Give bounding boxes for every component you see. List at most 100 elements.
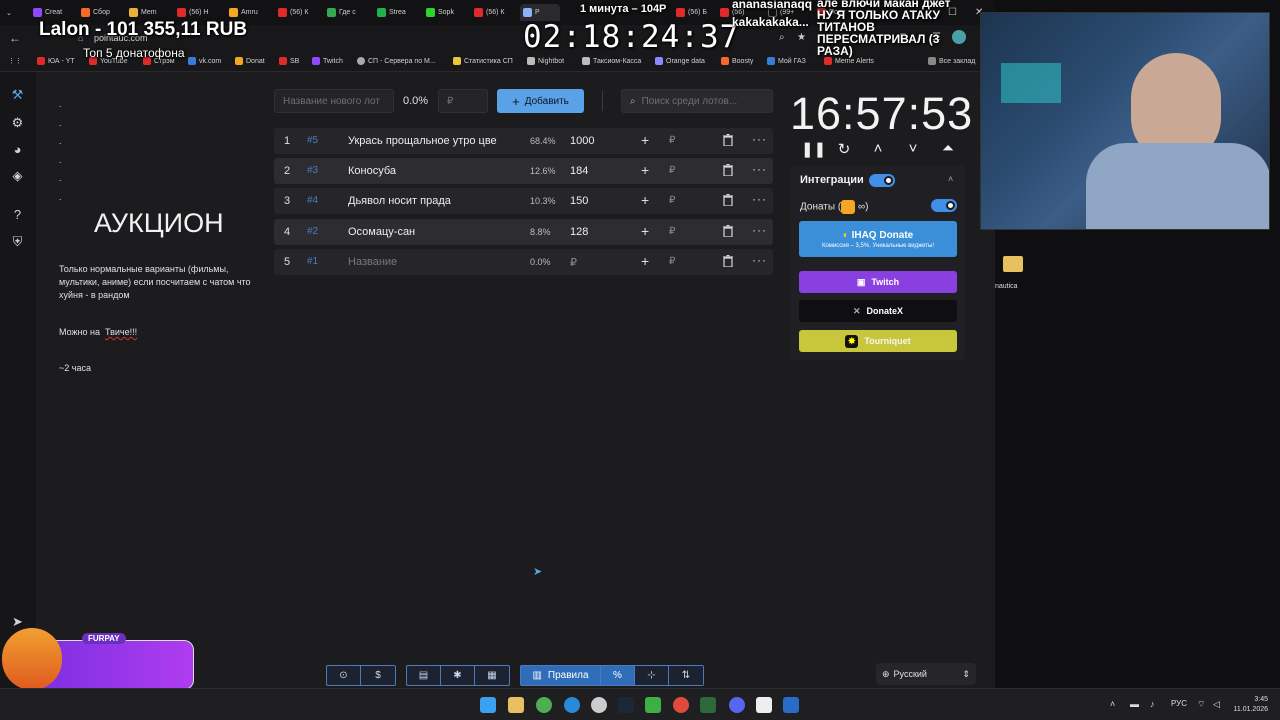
new-lot-amount-input[interactable]: ₽ <box>438 89 488 113</box>
lot-row[interactable]: 2 #3 Коносуба 12.6% 184 + ₽ ··· <box>274 158 773 184</box>
lot-amount[interactable]: 1000 <box>570 135 594 147</box>
twitch-button[interactable]: ▣ Twitch <box>799 271 957 293</box>
tray-app-icon[interactable]: ▬ <box>1130 699 1139 709</box>
add-amount-button[interactable]: + <box>641 132 649 148</box>
percent-icon[interactable]: % <box>601 666 635 685</box>
bookmark-item[interactable]: ЮА - YT <box>37 57 75 65</box>
lot-amount[interactable]: 184 <box>570 165 588 177</box>
more-options-button[interactable]: ··· <box>752 162 767 176</box>
currency-input[interactable]: ₽ <box>669 256 675 267</box>
new-lot-name-input[interactable]: Название нового лот <box>274 89 394 113</box>
tab-list-button[interactable]: ⌄ <box>6 4 20 21</box>
bookmark-item[interactable]: Статистика СП <box>453 57 513 65</box>
lot-amount[interactable]: ₽ <box>570 256 577 269</box>
lot-search-input[interactable]: ⌕ Поиск среди лотов... <box>621 89 773 113</box>
currency-input[interactable]: ₽ <box>669 135 675 146</box>
more-options-button[interactable]: ··· <box>752 192 767 206</box>
bookmark-item[interactable]: Twitch <box>312 57 343 65</box>
dollar-icon[interactable]: $ <box>361 666 395 685</box>
currency-input[interactable]: ₽ <box>669 165 675 176</box>
sort-icon[interactable]: ⇅ <box>669 666 703 685</box>
donatex-button[interactable]: ✕ DonateX <box>799 300 957 322</box>
integrations-toggle[interactable] <box>869 174 895 187</box>
clock-date[interactable]: 11.01.2026 <box>1230 706 1268 713</box>
lot-name[interactable]: Коносуба <box>348 165 523 177</box>
add-amount-button[interactable]: + <box>641 253 649 269</box>
microphone-icon[interactable]: ♪ <box>1150 699 1155 709</box>
folder-icon[interactable] <box>1003 256 1023 272</box>
donations-toggle[interactable] <box>931 199 957 212</box>
twitch-link[interactable]: Твиче!!! <box>105 327 137 337</box>
bookmark-item[interactable]: Мой ГАЗ <box>767 57 806 65</box>
search-icon[interactable]: ⌕ <box>779 32 785 43</box>
restart-icon[interactable]: ↻ <box>836 140 852 158</box>
more-options-button[interactable]: ··· <box>752 132 767 146</box>
app-icon[interactable] <box>756 697 772 713</box>
archive-icon[interactable]: ▤ <box>407 666 441 685</box>
chrome-icon[interactable] <box>536 697 552 713</box>
help-icon[interactable]: ? <box>10 207 25 222</box>
bug-icon[interactable]: ✱ <box>441 666 475 685</box>
telegram-icon[interactable]: ➤ <box>10 614 25 629</box>
lot-name[interactable]: Название <box>348 256 523 268</box>
bookmark-item[interactable]: Donat <box>235 57 265 65</box>
lot-row[interactable]: 3 #4 Дьявол носит прада 10.3% 150 + ₽ ··· <box>274 188 773 214</box>
tab-6[interactable]: (56) К <box>278 4 318 21</box>
bookmark-item[interactable]: Meme Alerts <box>824 57 874 65</box>
telegram-icon[interactable] <box>564 697 580 713</box>
xbox-icon[interactable] <box>645 697 661 713</box>
currency-input[interactable]: ₽ <box>669 226 675 237</box>
lot-name[interactable]: Дьявол носит прада <box>348 195 523 207</box>
chevron-down-icon[interactable]: ˅ <box>905 140 921 157</box>
file-explorer-icon[interactable] <box>508 697 524 713</box>
input-language[interactable]: РУС <box>1171 699 1187 708</box>
lot-row[interactable]: 5 #1 Название 0.0% ₽ + ₽ ··· <box>274 249 773 275</box>
clear-icon[interactable]: ▦ <box>475 666 509 685</box>
more-options-button[interactable]: ··· <box>752 253 767 267</box>
bookmark-item[interactable]: Таксиом-Касса <box>582 57 641 65</box>
back-icon[interactable]: ← <box>9 31 21 45</box>
volume-icon[interactable]: ◁ <box>1213 699 1220 710</box>
lot-amount[interactable]: 150 <box>570 195 588 207</box>
layers-icon[interactable]: ◈ <box>10 168 25 183</box>
github-icon[interactable]: ⊙ <box>327 666 361 685</box>
lot-name[interactable]: Укрась прощальное утро цве <box>348 135 523 147</box>
trash-icon[interactable] <box>723 255 733 268</box>
language-select[interactable]: ⊕ Русский ⇕ <box>876 663 976 685</box>
hammer-icon[interactable]: ⚒ <box>10 87 25 102</box>
add-amount-button[interactable]: + <box>641 223 649 239</box>
shield-icon[interactable]: ⛨ <box>10 234 25 249</box>
bookmark-item[interactable]: СП - Сервера по М... <box>357 57 436 65</box>
currency-input[interactable]: ₽ <box>669 195 675 206</box>
bookmark-item[interactable]: vk.com <box>188 57 221 65</box>
chevron-up-icon[interactable]: ˄ <box>870 140 886 157</box>
bookmark-item[interactable]: Все заклад <box>928 57 975 65</box>
lot-amount[interactable]: 128 <box>570 226 588 238</box>
double-chevron-up-icon[interactable]: ⏶ <box>940 140 956 157</box>
tab-8[interactable]: Strea <box>377 4 417 21</box>
apps-icon[interactable]: ⋮⋮ <box>8 57 22 65</box>
chrome-profile-icon[interactable] <box>673 697 689 713</box>
pause-icon[interactable]: ❚❚ <box>801 140 826 158</box>
lot-name[interactable]: Осомацу-сан <box>348 226 523 238</box>
trash-icon[interactable] <box>723 194 733 207</box>
trash-icon[interactable] <box>723 225 733 238</box>
tab-10[interactable]: (56) К <box>474 4 514 21</box>
lot-row[interactable]: 4 #2 Осомацу-сан 8.8% 128 + ₽ ··· <box>274 219 773 245</box>
trash-icon[interactable] <box>723 164 733 177</box>
bookmark-item[interactable]: SB <box>279 57 299 65</box>
bookmark-item[interactable]: Boosty <box>721 57 753 65</box>
tab-7[interactable]: Где с <box>327 4 367 21</box>
bookmark-star-icon[interactable]: ★ <box>797 32 806 43</box>
chevron-up-icon[interactable]: ˄ <box>948 174 953 184</box>
monitor-app-icon[interactable] <box>783 697 799 713</box>
trash-icon[interactable] <box>723 134 733 147</box>
discord-icon[interactable] <box>729 697 745 713</box>
obs-icon[interactable] <box>591 697 607 713</box>
ihaq-donate-button[interactable]: ◐ IHAQ Donate Комиссия – 3,5%. Уникальны… <box>799 221 957 257</box>
tab-9[interactable]: Sopk <box>426 4 466 21</box>
windows-start-icon[interactable] <box>480 697 496 713</box>
bookmark-item[interactable]: Orange data <box>655 57 705 65</box>
steam-icon[interactable] <box>618 697 634 713</box>
add-amount-button[interactable]: + <box>641 162 649 178</box>
